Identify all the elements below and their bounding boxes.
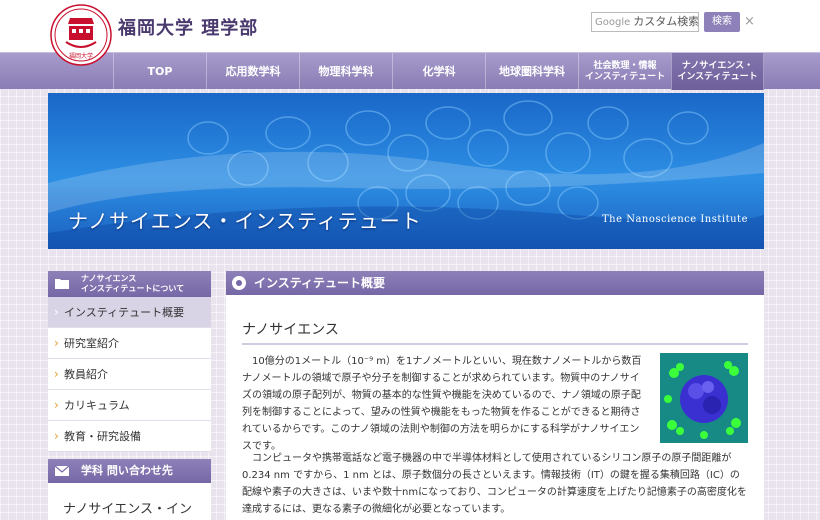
nav-earth-science[interactable]: 地球圏科学科 [485,53,578,90]
close-icon[interactable]: × [744,12,756,32]
sidebar-item-curriculum[interactable]: カリキュラム [48,390,211,421]
search-button[interactable]: 検索 [704,12,740,32]
nav-social-math-info[interactable]: 社会数理・情報 インスティテュート [578,53,671,90]
sidebar-item-overview[interactable]: インスティテュート概要 [48,297,211,328]
nav-label-line1: ナノサイエンス・ [681,60,754,71]
search-input[interactable]: Google カスタム検索 [591,12,699,32]
sidebar-heading-line2: インスティテュートについて [81,284,185,293]
main-heading: インスティテュート概要 [226,271,764,295]
banner-title: ナノサイエンス・インスティテュート [68,209,422,233]
sidebar-item-facilities[interactable]: 教育・研究設備 [48,421,211,452]
section-divider [242,343,748,345]
sidebar-section-about: ナノサイエンス インスティテュートについて [48,271,211,297]
nav-label-line2: インスティテュート [584,71,666,82]
nav-label-line1: 社会数理・情報 [593,60,657,71]
hero-banner: ナノサイエンス・インスティテュート The Nanoscience Instit… [48,93,764,249]
nav-chemistry[interactable]: 化学科 [392,53,485,90]
sidebar-heading-line1: ナノサイエンス [81,274,137,283]
main-nav: TOP 応用数学科 物理科学科 化学科 地球圏科学科 社会数理・情報 インスティテ… [0,52,820,90]
sidebar-list: インスティテュート概要 研究室紹介 教員紹介 カリキュラム 教育・研究設備 [48,297,211,452]
section-title: ナノサイエンス [242,322,339,338]
circle-icon [232,276,246,290]
paragraph-2: コンピュータや携帯電話など電子機器の中で半導体材料として使用されているシリコン原… [242,453,747,515]
banner-subtitle: The Nanoscience Institute [601,214,748,225]
paragraph-1: 10億分の1メートル（10⁻⁹ m）を1ナノメートルといい、現在数ナノメートルか… [242,356,642,452]
contact-name: ナノサイエンス・イン [48,483,211,520]
mail-icon [55,465,69,476]
svg-text:福岡大学: 福岡大学 [69,52,93,60]
sidebar-section-contact: 学科 問い合わせ先 [48,459,211,483]
nav-physics[interactable]: 物理科学科 [299,53,392,90]
google-label: Google [595,17,631,28]
main-content: ナノサイエンス 10億分の1メートル（10⁻⁹ m）を1ナノメートルといい、現在… [226,295,764,520]
main-heading-text: インスティテュート概要 [254,276,386,290]
site-title[interactable]: 福岡大学 理学部 [118,14,258,40]
search-placeholder: カスタム検索 [633,15,699,28]
site-header: 福岡大学 福岡大学 理学部 Google カスタム検索 検索 × [0,0,820,66]
sidebar-item-faculty[interactable]: 教員紹介 [48,359,211,390]
nav-top[interactable]: TOP [113,53,206,90]
folder-icon [55,279,69,289]
nav-applied-math[interactable]: 応用数学科 [206,53,299,90]
nanostructure-image [660,353,748,443]
nav-label-line2: インスティテュート [677,71,758,82]
university-logo[interactable]: 福岡大学 [50,4,112,66]
sidebar-contact-heading: 学科 問い合わせ先 [81,464,173,477]
nav-nanoscience[interactable]: ナノサイエンス・ インスティテュート [671,53,764,90]
sidebar-item-labs[interactable]: 研究室紹介 [48,328,211,359]
